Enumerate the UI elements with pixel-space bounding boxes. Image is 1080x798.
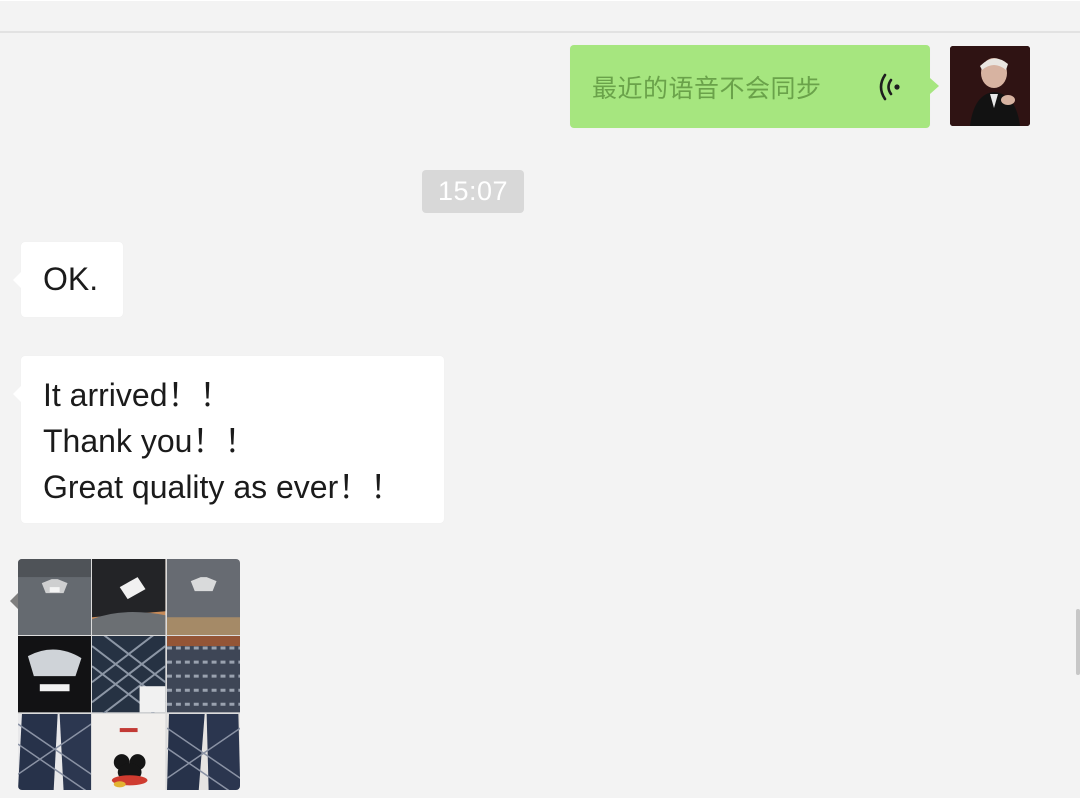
avatar[interactable] (950, 46, 1030, 126)
photo-grid (18, 559, 240, 790)
grey-tshirt-photo[interactable] (18, 559, 92, 636)
message-timestamp: 15:07 (422, 170, 524, 213)
chat-window: 最近的语音不会同步 15:07 OK. It arrived！！ Thank y… (0, 0, 1080, 798)
patterned-pants-photo[interactable] (18, 713, 92, 790)
top-divider (0, 31, 1080, 33)
message-line: Great quality as ever！！ (43, 469, 403, 505)
voice-message-text: 最近的语音不会同步 (592, 74, 822, 103)
message-text: OK. (43, 261, 99, 297)
voice-wave-icon[interactable] (874, 67, 908, 107)
message-bubble-ok[interactable]: OK. (13, 242, 123, 317)
scrollbar-thumb[interactable] (1076, 609, 1080, 675)
mickey-tshirt-photo[interactable] (92, 713, 166, 790)
patterned-jacket-photo[interactable] (92, 636, 166, 713)
photo-message[interactable] (18, 559, 240, 790)
grey-tshirt-photo[interactable] (166, 559, 240, 636)
patterned-pants-photo[interactable] (166, 713, 240, 790)
patterned-shirt-photo[interactable] (166, 636, 240, 713)
voice-message-bubble[interactable]: 最近的语音不会同步 (570, 45, 939, 128)
message-bubble-arrived[interactable]: It arrived！！ Thank you！！ Great quality a… (13, 356, 444, 523)
cap-photo[interactable] (92, 559, 166, 636)
black-tshirt-photo[interactable] (18, 636, 92, 713)
photo-bubble-tail (10, 593, 18, 609)
message-line: Thank you！！ (43, 423, 257, 459)
message-line: It arrived！！ (43, 377, 232, 413)
